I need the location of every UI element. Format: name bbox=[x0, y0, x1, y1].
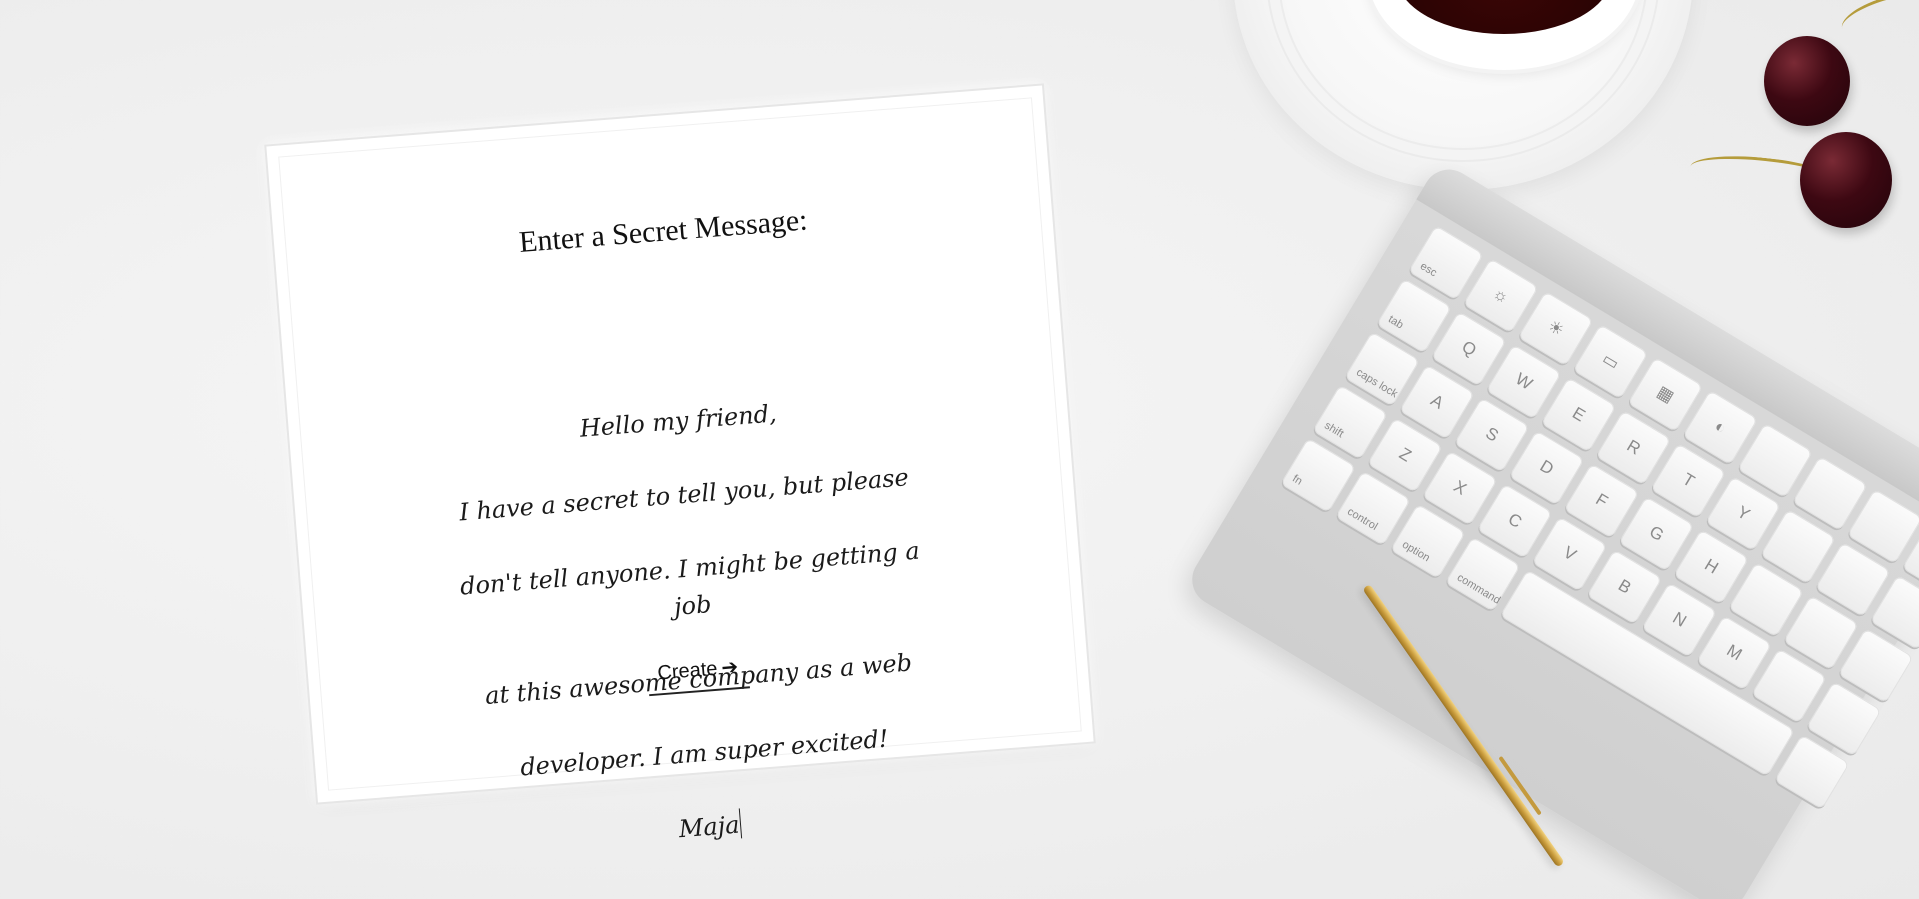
secret-message-input[interactable]: Hello my friend, I have a secret to tell… bbox=[439, 348, 950, 899]
message-line-signature: Maja bbox=[473, 790, 946, 864]
desk-background: esc ☼ ☀ ▭ ▦ ◐ tab Q W E R T Y caps lock … bbox=[0, 0, 1919, 899]
cherry-image bbox=[1764, 36, 1850, 126]
message-line: I have a secret to tell you, but please bbox=[458, 463, 910, 527]
create-button-label: Create bbox=[656, 657, 719, 685]
message-line: don't tell anyone. I might be getting a … bbox=[459, 536, 921, 621]
keyboard-keys: esc ☼ ☀ ▭ ▦ ◐ tab Q W E R T Y caps lock … bbox=[1280, 225, 1919, 810]
cherry-image bbox=[1800, 132, 1892, 228]
keyboard-image: esc ☼ ☀ ▭ ▦ ◐ tab Q W E R T Y caps lock … bbox=[1182, 160, 1919, 899]
signature-text: Maja bbox=[677, 810, 741, 844]
message-card: Enter a Secret Message: Hello my friend,… bbox=[269, 88, 1091, 843]
cherry-stem bbox=[1837, 0, 1919, 45]
arrow-right-icon: ➔ bbox=[720, 654, 739, 680]
message-line: Hello my friend, bbox=[578, 399, 778, 443]
message-line: developer. I am super excited! bbox=[519, 724, 890, 782]
coffee-surface bbox=[1396, 0, 1612, 34]
